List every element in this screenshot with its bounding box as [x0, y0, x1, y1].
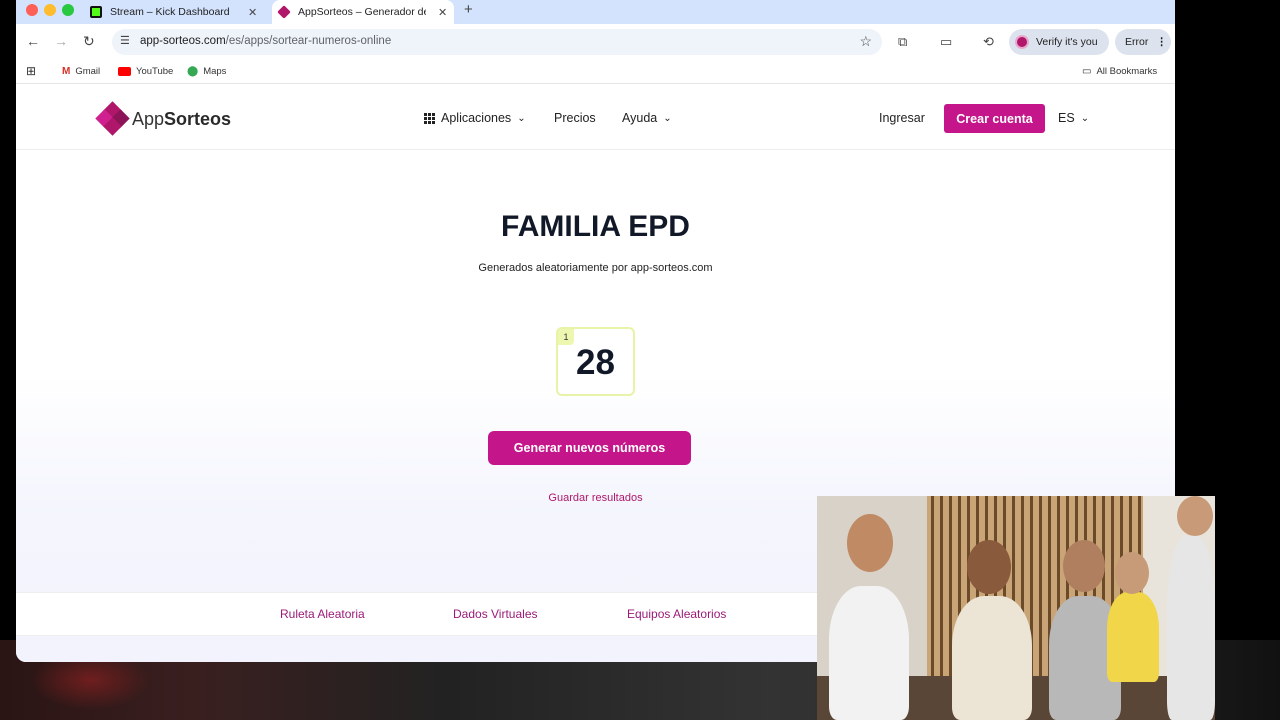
tab-kick-dashboard[interactable]: Stream – Kick Dashboard ✕	[86, 0, 268, 24]
new-tab-button[interactable]: +	[464, 1, 473, 18]
folder-icon: ▭	[1082, 66, 1092, 77]
forward-button[interactable]: →	[54, 33, 68, 49]
bookmark-star-icon[interactable]: ☆	[859, 33, 872, 50]
error-label: Error	[1125, 36, 1149, 48]
browser-toolbar: ← → ↻ ☰ app-sorteos.com/es/apps/sortear-…	[16, 24, 1175, 60]
youtube-icon	[118, 67, 131, 76]
link-ruleta-aleatoria[interactable]: Ruleta Aleatoria	[280, 607, 365, 621]
chevron-down-icon: ⌄	[663, 112, 672, 124]
page-title: FAMILIA EPD	[501, 210, 690, 243]
logo-mark-icon	[95, 101, 130, 136]
apps-grid-icon[interactable]: ⊞	[26, 64, 36, 78]
bookmarks-bar: ⊞ M Gmail YouTube ⬤ Maps ▭ All Bookmarks	[16, 60, 1175, 84]
all-bookmarks[interactable]: ▭ All Bookmarks	[1082, 66, 1157, 77]
bookmark-gmail[interactable]: M Gmail	[62, 66, 100, 77]
chevron-down-icon: ⌄	[517, 112, 526, 124]
extensions-icon[interactable]: ⧉	[898, 34, 907, 50]
gmail-icon: M	[62, 66, 71, 77]
tab-title: Stream – Kick Dashboard	[110, 6, 230, 18]
logo-text-prefix: App	[132, 108, 165, 129]
minimize-window-button[interactable]	[44, 4, 56, 16]
bookmark-label: Maps	[203, 66, 227, 77]
cast-icon[interactable]: ▭	[940, 34, 952, 50]
close-tab-icon[interactable]: ✕	[438, 6, 447, 19]
link-equipos-aleatorios[interactable]: Equipos Aleatorios	[627, 607, 726, 621]
bookmark-maps[interactable]: ⬤ Maps	[187, 66, 226, 77]
verify-profile-button[interactable]: Verify it's you	[1009, 29, 1109, 55]
bookmark-label: YouTube	[136, 66, 174, 77]
bookmark-label: Gmail	[75, 66, 101, 77]
url-text[interactable]: app-sorteos.com/es/apps/sortear-numeros-…	[140, 35, 391, 47]
link-dados-virtuales[interactable]: Dados Virtuales	[453, 607, 538, 621]
language-selector[interactable]: ES ⌄	[1058, 111, 1089, 125]
result-number: 28	[576, 343, 615, 382]
address-bar[interactable]: ☰ app-sorteos.com/es/apps/sortear-numero…	[112, 29, 882, 55]
site-info-icon[interactable]: ☰	[120, 34, 130, 47]
appsorteos-icon	[277, 5, 291, 19]
zoom-window-button[interactable]	[62, 4, 74, 16]
sync-icon[interactable]: ⟲	[983, 34, 994, 50]
nav-precios[interactable]: Precios	[554, 111, 596, 125]
chevron-down-icon: ⌄	[1080, 112, 1090, 124]
kick-icon	[90, 6, 102, 18]
site-header: AppSorteos Aplicaciones ⌄ Precios Ayuda …	[16, 88, 1175, 150]
back-button[interactable]: ←	[26, 33, 40, 49]
nav-label: Ingresar	[879, 111, 925, 125]
page-subtitle: Generados aleatoriamente por app-sorteos…	[478, 262, 713, 274]
logo-text-bold: Sorteos	[164, 108, 232, 129]
profile-avatar	[1015, 35, 1029, 49]
webcam-overlay	[817, 496, 1215, 720]
nav-label: Ayuda	[622, 111, 658, 125]
language-label: ES	[1058, 111, 1075, 125]
close-window-button[interactable]	[26, 4, 38, 16]
nav-label: Precios	[554, 111, 596, 125]
crear-cuenta-button[interactable]: Crear cuenta	[944, 104, 1045, 133]
screen: Stream – Kick Dashboard ✕ AppSorteos – G…	[0, 0, 1280, 720]
more-menu-icon[interactable]: ⋮	[1156, 36, 1167, 48]
appsorteos-logo[interactable]: AppSorteos	[95, 101, 232, 136]
apps-grid-icon	[424, 112, 435, 124]
nav-aplicaciones[interactable]: Aplicaciones ⌄	[424, 111, 526, 125]
nav-ayuda[interactable]: Ayuda ⌄	[622, 111, 672, 125]
result-number-card: 1 28	[556, 327, 635, 396]
nav-label: Aplicaciones	[441, 111, 512, 125]
error-button[interactable]: Error ⋮	[1115, 29, 1171, 55]
maps-icon: ⬤	[187, 66, 199, 77]
reload-button[interactable]: ↻	[83, 33, 95, 50]
generate-numbers-button[interactable]: Generar nuevos números	[488, 431, 691, 465]
ingresar-link[interactable]: Ingresar	[879, 111, 925, 125]
tab-title: AppSorteos – Generador de N	[298, 6, 426, 18]
verify-label: Verify it's you	[1036, 36, 1098, 48]
close-tab-icon[interactable]: ✕	[248, 6, 257, 19]
bookmark-youtube[interactable]: YouTube	[118, 66, 173, 77]
tab-strip: Stream – Kick Dashboard ✕ AppSorteos – G…	[16, 0, 1175, 24]
all-bookmarks-label: All Bookmarks	[1096, 66, 1158, 77]
tab-appsorteos[interactable]: AppSorteos – Generador de N ✕	[272, 0, 454, 24]
